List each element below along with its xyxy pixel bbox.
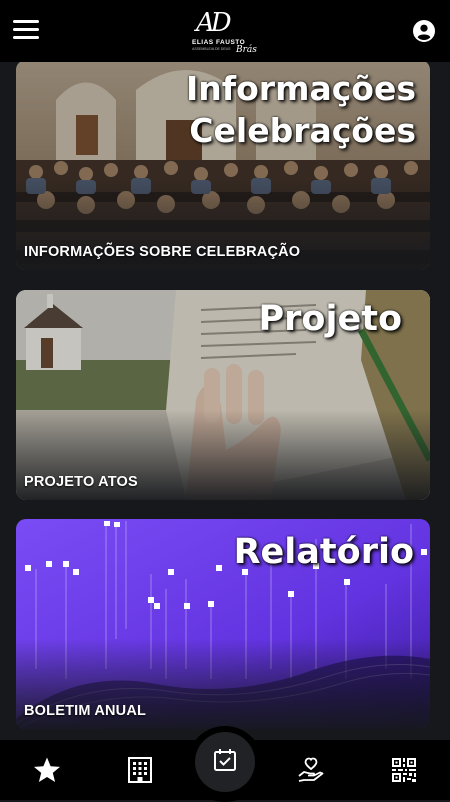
- logo-monogram: AD: [196, 8, 232, 38]
- celebration-info-card[interactable]: Informações Celebrações INFORMAÇÕES SOBR…: [16, 62, 430, 270]
- card-label-annual-report: BOLETIM ANUAL: [24, 703, 147, 719]
- card-title-project: Projeto: [258, 299, 402, 339]
- hand-heart-icon[interactable]: [297, 756, 325, 784]
- logo-tagline: ASSEMBLEIA DE DEUS: [192, 47, 231, 51]
- building-icon[interactable]: [126, 756, 154, 784]
- app-logo[interactable]: AD ELIAS FAUSTO ASSEMBLEIA DE DEUS Brás: [190, 8, 260, 56]
- card-list: Informações Celebrações INFORMAÇÕES SOBR…: [0, 62, 450, 740]
- logo-script: Brás: [236, 45, 257, 55]
- calendar-button[interactable]: [195, 732, 255, 792]
- card-label-project-atos: PROJETO ATOS: [24, 474, 138, 490]
- card-title-celebrations: Informações Celebrações: [186, 69, 416, 150]
- top-app-bar: AD ELIAS FAUSTO ASSEMBLEIA DE DEUS Brás: [0, 0, 450, 62]
- calendar-check-icon: [214, 749, 236, 771]
- annual-report-card[interactable]: Relatório BOLETIM ANUAL: [16, 519, 430, 729]
- hamburger-menu-icon[interactable]: [13, 20, 39, 40]
- project-atos-card[interactable]: Projeto PROJETO ATOS: [16, 290, 430, 500]
- qr-code-icon[interactable]: [390, 756, 418, 784]
- bottom-navigation-bar: [0, 726, 450, 802]
- user-circle-icon[interactable]: [413, 20, 435, 42]
- star-icon[interactable]: [33, 756, 61, 784]
- card-label-celebration-info: INFORMAÇÕES SOBRE CELEBRAÇÃO: [24, 244, 301, 260]
- card-title-report: Relatório: [233, 532, 414, 572]
